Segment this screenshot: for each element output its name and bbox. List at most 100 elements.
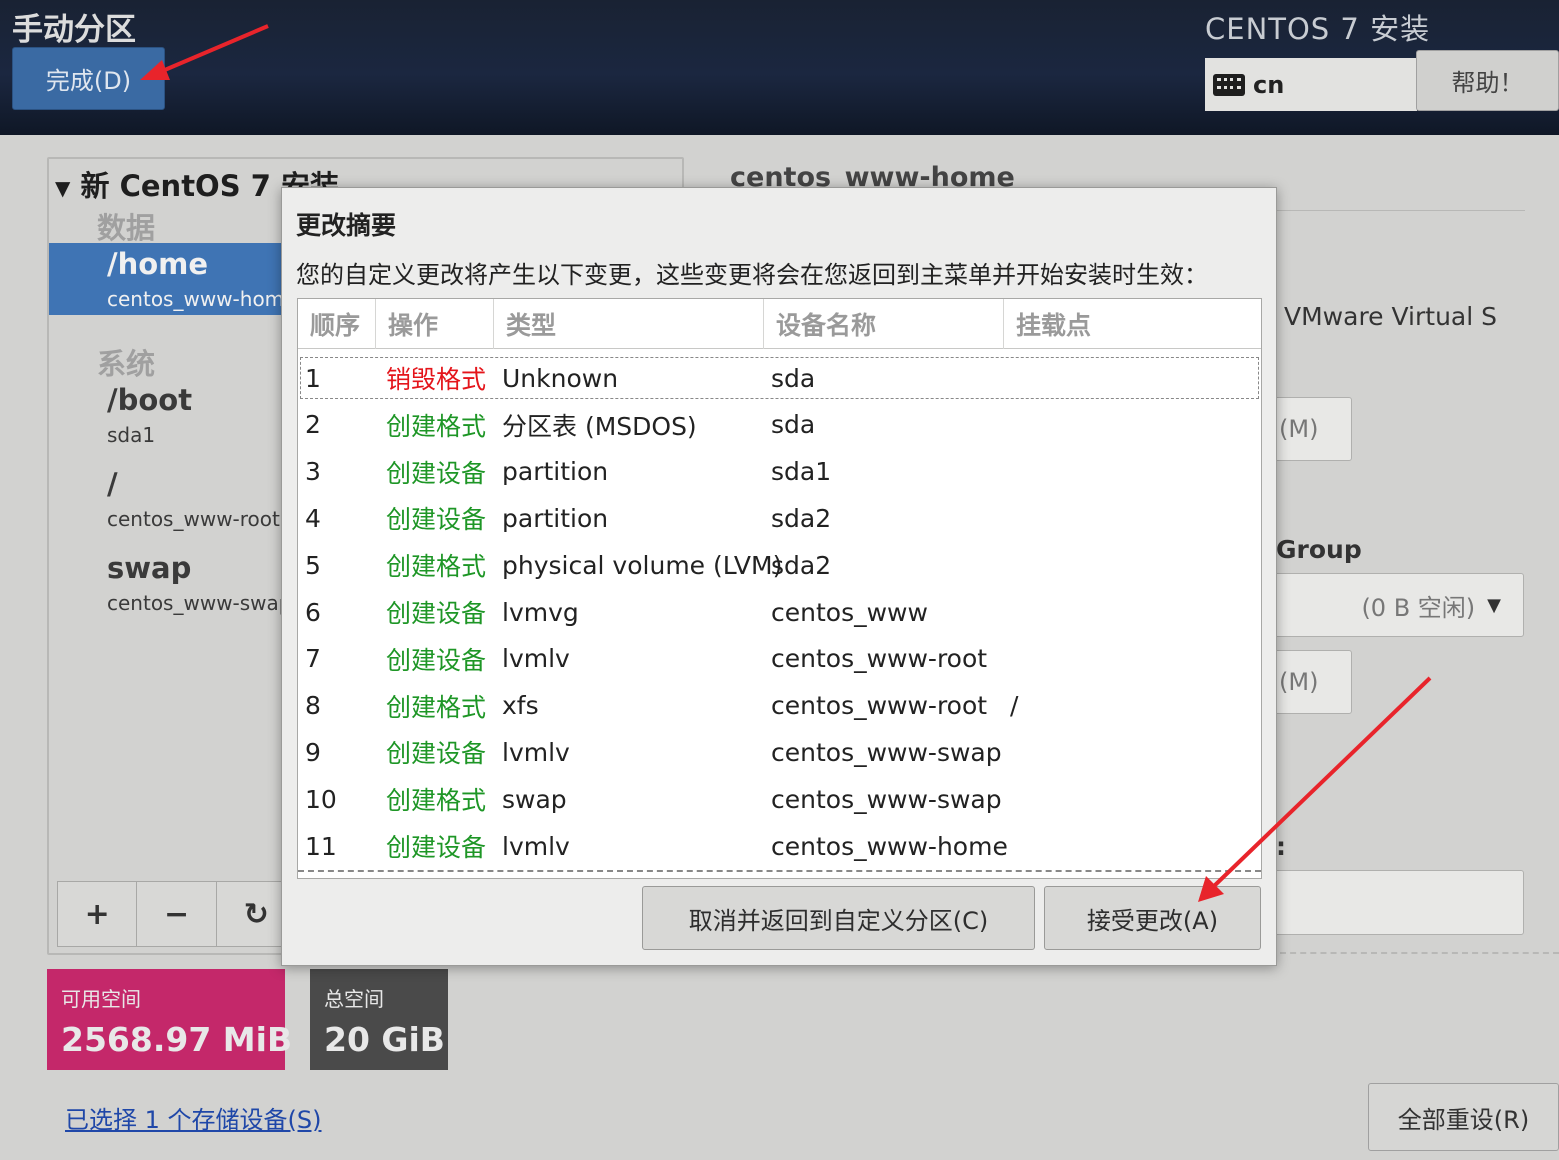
column-header-order[interactable]: 顺序 (298, 299, 376, 349)
cell-order: 2 (305, 410, 321, 440)
cell-order: 10 (305, 784, 337, 814)
device-description: VMware Virtual S (1284, 302, 1498, 331)
cell-order: 1 (305, 363, 321, 393)
volume-group-select[interactable]: (0 B 空闲) ▼ (1270, 573, 1524, 637)
partition-toolbar: + − ↻ (57, 881, 297, 947)
partition-device: centos_www-swap (107, 591, 292, 615)
cell-device: centos_www-root (771, 691, 988, 721)
keyboard-layout-label: cn (1253, 70, 1285, 99)
cell-action: 创建格式 (386, 692, 487, 722)
label-input[interactable] (1270, 870, 1524, 935)
cell-action: 创建设备 (386, 505, 487, 535)
volume-group-label: Group (1276, 535, 1362, 564)
cell-action: 创建格式 (386, 552, 487, 582)
volume-group-value: (0 B 空闲) (1361, 593, 1476, 622)
cell-order: 7 (305, 644, 321, 674)
available-space-value: 2568.97 MiB (61, 1020, 293, 1059)
partition-mount: /boot (107, 383, 193, 417)
partition-mount: / (107, 467, 118, 501)
cell-type: lvmlv (502, 644, 570, 674)
cell-mount: / (1010, 691, 1019, 721)
column-header-action[interactable]: 操作 (376, 299, 494, 349)
cell-device: sda (771, 363, 816, 393)
table-row[interactable]: 2 创建格式 分区表 (MSDOS) sda (298, 402, 1261, 448)
system-section-label: 系统 (97, 347, 156, 381)
keyboard-icon (1213, 73, 1245, 96)
add-partition-button[interactable]: + (58, 882, 138, 946)
cell-type: partition (502, 503, 609, 533)
cell-action: 创建设备 (386, 833, 487, 862)
accept-changes-button[interactable]: 接受更改(A) (1044, 886, 1261, 950)
partition-mount: swap (107, 551, 192, 585)
selected-storage-link[interactable]: 已选择 1 个存储设备(S) (65, 1100, 322, 1135)
data-section-label: 数据 (97, 211, 156, 245)
capacity-unit: (M) (1279, 415, 1319, 443)
dialog-description: 您的自定义更改将产生以下变更，这些变更将会在您返回到主菜单并开始安装时生效： (296, 261, 1208, 289)
label-field-caption: : (1276, 832, 1286, 861)
cell-type: Unknown (502, 363, 619, 393)
available-space-label: 可用空间 (61, 987, 141, 1011)
table-row[interactable]: 9 创建设备 lvmlv centos_www-swap (298, 729, 1261, 775)
table-row[interactable]: 4 创建设备 partition sda2 (298, 495, 1261, 541)
cell-type: lvmlv (502, 831, 570, 861)
top-header: 手动分区 完成(D) CENTOS 7 安装 cn 帮助！ (0, 0, 1559, 135)
cell-device: sda1 (771, 457, 832, 487)
product-title: CENTOS 7 安装 (1205, 12, 1431, 46)
size-unit: (M) (1279, 668, 1319, 696)
help-button[interactable]: 帮助！ (1416, 50, 1559, 111)
cell-type: lvmlv (502, 737, 570, 767)
total-space-box: 总空间 20 GiB (310, 969, 448, 1070)
cell-type: xfs (502, 691, 539, 721)
cell-action: 创建设备 (386, 645, 487, 675)
table-row[interactable]: 3 创建设备 partition sda1 (298, 449, 1261, 495)
keyboard-layout-indicator[interactable]: cn (1205, 58, 1417, 111)
table-row[interactable]: 11 创建设备 lvmlv centos_www-home (298, 823, 1261, 869)
page-title: 手动分区 (12, 12, 136, 48)
table-row[interactable]: 5 创建格式 physical volume (LVM) sda2 (298, 542, 1261, 588)
done-button[interactable]: 完成(D) (12, 47, 165, 110)
cell-order: 4 (305, 503, 321, 533)
cell-device: centos_www-home (771, 831, 1008, 861)
table-row[interactable]: 10 创建格式 swap centos_www-swap (298, 776, 1261, 822)
table-row[interactable]: 1 销毁格式 Unknown sda (298, 355, 1261, 401)
table-row[interactable]: 8 创建格式 xfs centos_www-root / (298, 683, 1261, 729)
cell-device: centos_www (771, 597, 928, 627)
cell-type: partition (502, 457, 609, 487)
capacity-field[interactable]: (M) (1270, 397, 1352, 461)
remove-partition-button[interactable]: − (137, 882, 217, 946)
table-row-clipped (298, 869, 1261, 878)
cell-action: 创建设备 (386, 458, 487, 488)
cell-device: centos_www-swap (771, 737, 1002, 767)
cancel-and-return-button[interactable]: 取消并返回到自定义分区(C) (642, 886, 1035, 950)
table-row[interactable]: 7 创建设备 lvmlv centos_www-root (298, 636, 1261, 682)
size-policy-field[interactable]: (M) (1270, 650, 1352, 714)
table-header: 顺序 操作 类型 设备名称 挂载点 (298, 299, 1261, 349)
cell-order: 5 (305, 550, 321, 580)
partition-device: sda1 (107, 423, 156, 447)
cell-device: sda2 (771, 550, 832, 580)
cell-action: 销毁格式 (386, 365, 487, 394)
expander-triangle-icon: ▼ (55, 176, 71, 200)
reset-all-button[interactable]: 全部重设(R) (1368, 1083, 1559, 1151)
cell-order: 8 (305, 691, 321, 721)
partition-mount: /home (107, 247, 209, 281)
cell-device: centos_www-root (771, 644, 988, 674)
total-space-label: 总空间 (324, 987, 384, 1011)
cell-order: 11 (305, 831, 337, 861)
column-header-type[interactable]: 类型 (494, 299, 764, 349)
column-header-device[interactable]: 设备名称 (764, 299, 1004, 349)
cell-type: 分区表 (MSDOS) (502, 411, 697, 441)
cell-type: swap (502, 784, 567, 814)
table-row[interactable]: 6 创建设备 lvmvg centos_www (298, 589, 1261, 635)
cell-action: 创建格式 (386, 786, 487, 816)
column-header-mount[interactable]: 挂载点 (1004, 299, 1261, 349)
cell-device: sda2 (771, 503, 832, 533)
summary-of-changes-dialog: 更改摘要 您的自定义更改将产生以下变更，这些变更将会在您返回到主菜单并开始安装时… (281, 187, 1277, 966)
partition-device: centos_www-home (107, 287, 297, 311)
cell-device: centos_www-swap (771, 784, 1002, 814)
dashed-divider (1280, 952, 1559, 954)
available-space-box: 可用空间 2568.97 MiB (47, 969, 293, 1070)
cell-order: 3 (305, 457, 321, 487)
cell-type: physical volume (LVM) (502, 550, 783, 580)
changes-table[interactable]: 顺序 操作 类型 设备名称 挂载点 1 销毁格式 Unknown sda 2 创建格式 分区… (297, 298, 1262, 879)
